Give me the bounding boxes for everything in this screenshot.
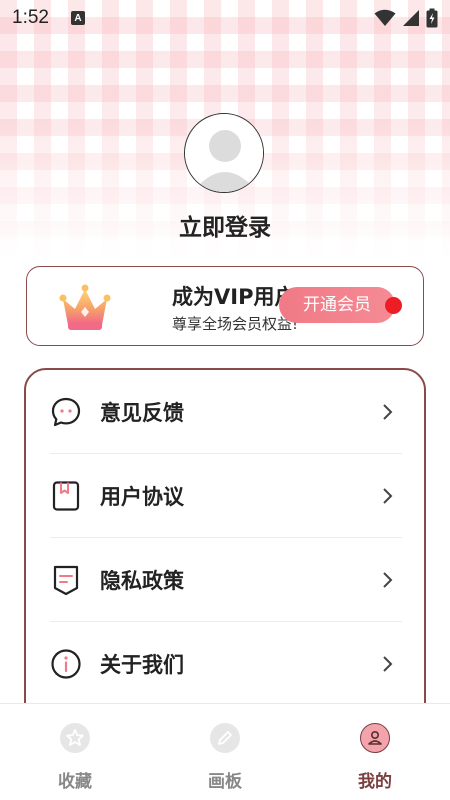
chevron-right-icon <box>383 656 393 672</box>
chevron-right-icon <box>383 488 393 504</box>
menu-item-about-us[interactable]: 关于我们 <box>50 622 402 706</box>
text-a-icon: A <box>70 11 85 25</box>
menu-item-label: 用户协议 <box>100 485 184 509</box>
info-icon <box>50 648 82 680</box>
battery-charging-icon <box>426 8 438 28</box>
vip-title: 成为VIP用户 <box>172 285 296 309</box>
avatar[interactable] <box>184 113 264 193</box>
tab-drawing-board[interactable]: 画板 <box>150 704 300 800</box>
menu-item-label: 关于我们 <box>100 653 184 677</box>
status-bar: 1:52 A <box>0 0 450 36</box>
person-icon <box>360 723 390 753</box>
status-icons <box>374 8 438 28</box>
vip-card[interactable]: 成为VIP用户 尊享全场会员权益! 开通会员 <box>26 266 424 346</box>
default-avatar-icon <box>185 114 263 192</box>
chat-bubble-icon <box>50 396 82 428</box>
menu-item-label: 意见反馈 <box>100 401 184 425</box>
crown-icon <box>59 284 111 330</box>
bookmark-document-icon <box>50 480 82 512</box>
chevron-right-icon <box>383 404 393 420</box>
menu-item-feedback[interactable]: 意见反馈 <box>50 370 402 454</box>
menu-item-user-agreement[interactable]: 用户协议 <box>50 454 402 538</box>
shield-document-icon <box>50 564 82 596</box>
tab-favorites[interactable]: 收藏 <box>0 704 150 800</box>
tab-mine[interactable]: 我的 <box>300 704 450 800</box>
bottom-tab-bar: 收藏 画板 我的 <box>0 703 450 800</box>
wifi-icon <box>374 9 396 26</box>
login-button[interactable]: 立即登录 <box>0 208 450 242</box>
tab-label: 收藏 <box>58 772 92 792</box>
pencil-icon <box>210 723 240 753</box>
notification-dot <box>385 297 402 314</box>
chevron-right-icon <box>383 572 393 588</box>
open-vip-button[interactable]: 开通会员 <box>279 287 395 323</box>
star-icon <box>60 723 90 753</box>
tab-label: 我的 <box>358 772 392 792</box>
signal-icon <box>403 10 419 26</box>
menu-item-privacy-policy[interactable]: 隐私政策 <box>50 538 402 622</box>
status-time: 1:52 <box>12 7 49 28</box>
tab-label: 画板 <box>208 772 242 792</box>
vip-subtitle: 尊享全场会员权益! <box>172 315 299 333</box>
menu-item-label: 隐私政策 <box>100 569 184 593</box>
